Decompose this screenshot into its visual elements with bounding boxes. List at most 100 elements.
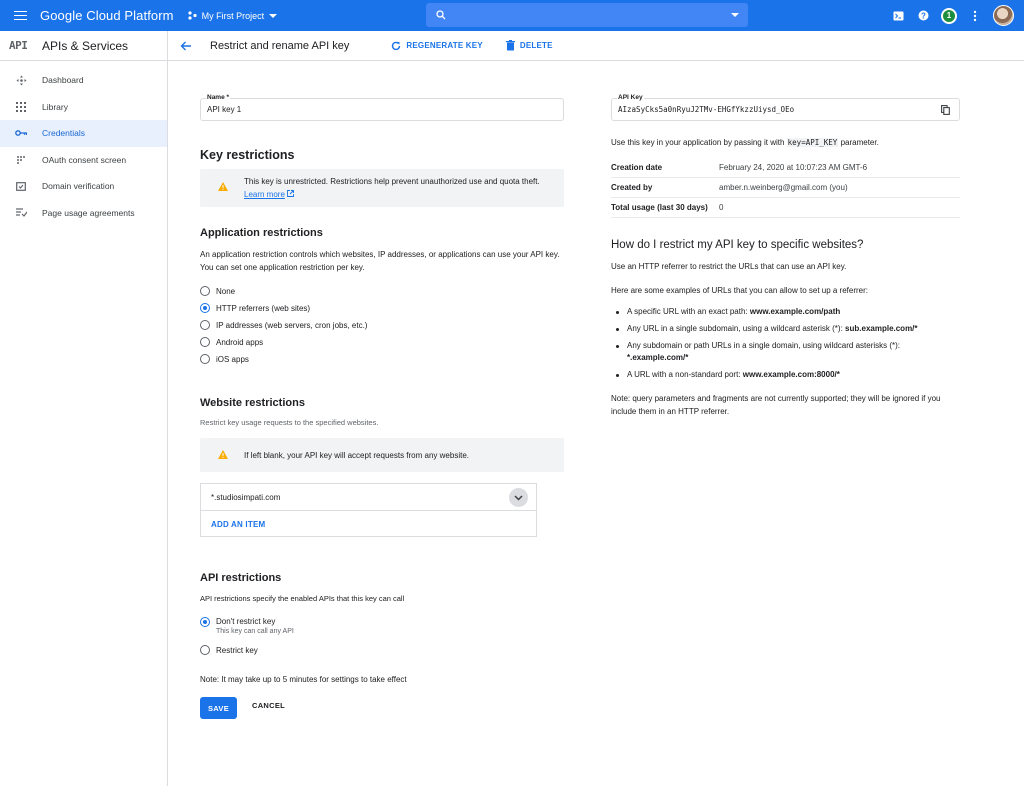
website-restrictions-description: Restrict key usage requests to the speci… xyxy=(200,418,379,427)
key-restrictions-heading: Key restrictions xyxy=(200,148,295,162)
name-field[interactable]: Name * API key 1 xyxy=(200,94,564,121)
search-icon xyxy=(436,10,446,20)
key-icon xyxy=(15,127,27,139)
warning-icon xyxy=(218,450,228,459)
help-intro: Use an HTTP referrer to restrict the URL… xyxy=(611,262,847,271)
add-item-button[interactable]: ADD AN ITEM xyxy=(211,520,265,529)
usage-hint-suffix: parameter. xyxy=(840,138,879,147)
sidebar-item-library[interactable]: Library xyxy=(0,94,167,121)
avatar[interactable] xyxy=(993,5,1014,26)
radio-label: None xyxy=(216,286,236,296)
radio-button[interactable] xyxy=(200,337,210,347)
table-row: Created by amber.n.weinberg@gmail.com (y… xyxy=(611,178,960,198)
agreements-icon xyxy=(15,207,27,219)
usage-hint-code: key=API_KEY xyxy=(786,138,839,147)
save-button[interactable]: SAVE xyxy=(200,697,237,719)
learn-more-link[interactable]: Learn more xyxy=(244,190,285,199)
sidebar-item-domain-verification[interactable]: Domain verification xyxy=(0,173,167,200)
api-key-metadata: Creation date February 24, 2020 at 10:07… xyxy=(611,158,960,218)
example-url: www.example.com/path xyxy=(749,307,841,316)
help-heading: How do I restrict my API key to specific… xyxy=(611,239,864,251)
trash-icon xyxy=(505,40,515,51)
cancel-button[interactable]: CANCEL xyxy=(252,701,285,710)
api-restrictions-description: API restrictions specify the enabled API… xyxy=(200,594,405,603)
expand-more-icon[interactable] xyxy=(509,488,528,507)
radio-ip-addresses[interactable]: IP addresses (web servers, cron jobs, et… xyxy=(200,320,367,330)
unrestricted-warning-text: This key is unrestricted. Restrictions h… xyxy=(244,177,540,186)
settings-delay-note: Note: It may take up to 5 minutes for se… xyxy=(200,675,407,684)
warning-icon xyxy=(218,182,228,191)
chevron-down-icon xyxy=(269,13,278,18)
brand-title[interactable]: Google Cloud Platform xyxy=(40,8,174,23)
radio-ios-apps[interactable]: iOS apps xyxy=(200,354,249,364)
usage-hint-prefix: Use this key in your application by pass… xyxy=(611,138,785,147)
help-note: Note: query parameters and fragments are… xyxy=(611,394,941,416)
table-row: Total usage (last 30 days) 0 xyxy=(611,198,960,218)
radio-dont-restrict[interactable]: Don't restrict key This key can call any… xyxy=(200,617,294,635)
project-selector[interactable]: My First Project xyxy=(188,11,278,21)
project-name: My First Project xyxy=(201,10,265,21)
sidebar-item-label: Page usage agreements xyxy=(42,207,135,218)
sidebar-item-label: Dashboard xyxy=(42,75,84,86)
total-usage-value: 0 xyxy=(719,203,724,212)
radio-label: Android apps xyxy=(216,337,264,347)
radio-button[interactable] xyxy=(200,354,210,364)
library-icon xyxy=(15,101,27,113)
total-usage-label: Total usage (last 30 days) xyxy=(611,203,708,212)
regenerate-key-label: REGENERATE KEY xyxy=(406,41,483,50)
radio-restrict-key[interactable]: Restrict key xyxy=(200,645,258,655)
hamburger-menu-icon[interactable] xyxy=(0,0,40,31)
radio-label: IP addresses (web servers, cron jobs, et… xyxy=(216,320,368,330)
list-item: Any subdomain or path URLs in a single d… xyxy=(611,340,961,364)
creation-date-value: February 24, 2020 at 10:07:23 AM GMT-6 xyxy=(719,163,868,172)
radio-button-selected[interactable] xyxy=(200,303,210,313)
radio-label: Don't restrict key xyxy=(216,617,276,626)
referrer-list: *.studiosimpati.com ADD AN ITEM xyxy=(200,483,537,537)
copy-icon[interactable] xyxy=(941,105,950,115)
sidebar-item-oauth[interactable]: OAuth consent screen xyxy=(0,147,167,174)
sidebar-item-page-usage[interactable]: Page usage agreements xyxy=(0,200,167,227)
back-arrow-icon[interactable] xyxy=(180,39,194,53)
regenerate-key-button[interactable]: REGENERATE KEY xyxy=(391,41,483,51)
radio-android-apps[interactable]: Android apps xyxy=(200,337,263,347)
api-key-label: API Key xyxy=(617,94,644,101)
radio-button[interactable] xyxy=(200,320,210,330)
notifications-badge[interactable]: 1 xyxy=(941,7,957,24)
sidebar-header: API APIs & Services xyxy=(0,31,167,61)
api-key-value[interactable]: AIzaSyCks5a0nRyuJ2TMv-EHGfYkzzUiysd_OEo xyxy=(618,105,794,114)
help-examples-list: A specific URL with an exact path: www.e… xyxy=(611,306,961,386)
radio-button[interactable] xyxy=(200,645,210,655)
sidebar-item-label: Domain verification xyxy=(42,181,115,192)
delete-button[interactable]: DELETE xyxy=(505,40,553,51)
api-key-field[interactable]: API Key AIzaSyCks5a0nRyuJ2TMv-EHGfYkzzUi… xyxy=(611,94,960,121)
top-bar: Google Cloud Platform My First Project ?… xyxy=(0,0,1024,31)
search-input[interactable] xyxy=(426,3,748,27)
example-url: *.example.com/* xyxy=(627,353,689,362)
radio-label: Restrict key xyxy=(216,645,258,655)
radio-button-selected[interactable] xyxy=(200,617,210,627)
radio-button[interactable] xyxy=(200,286,210,296)
referrer-item[interactable]: *.studiosimpati.com xyxy=(201,484,536,511)
unrestricted-warning: This key is unrestricted. Restrictions h… xyxy=(200,169,564,207)
creation-date-label: Creation date xyxy=(611,163,663,172)
search-dropdown-icon[interactable] xyxy=(731,13,739,17)
example-text: Any URL in a single subdomain, using a w… xyxy=(627,324,843,333)
sidebar-item-label: Credentials xyxy=(42,128,85,139)
radio-none[interactable]: None xyxy=(200,286,235,296)
sidebar-item-credentials[interactable]: Credentials xyxy=(0,120,167,147)
sidebar-item-dashboard[interactable]: Dashboard xyxy=(0,67,167,94)
help-icon[interactable]: ? xyxy=(916,9,930,23)
blank-referrer-warning-text: If left blank, your API key will accept … xyxy=(244,451,469,460)
radio-http-referrers[interactable]: HTTP referrers (web sites) xyxy=(200,303,310,313)
project-icon xyxy=(188,11,197,20)
name-field-value: API key 1 xyxy=(207,105,242,114)
help-examples-intro: Here are some examples of URLs that you … xyxy=(611,286,869,295)
cloud-shell-icon[interactable] xyxy=(891,9,905,23)
sidebar-title: APIs & Services xyxy=(42,38,129,53)
oauth-icon xyxy=(15,154,27,166)
api-key-usage-hint: Use this key in your application by pass… xyxy=(611,136,879,149)
more-vert-icon[interactable] xyxy=(968,9,982,23)
page-title: Restrict and rename API key xyxy=(210,39,350,52)
list-item: A specific URL with an exact path: www.e… xyxy=(611,306,961,318)
delete-label: DELETE xyxy=(519,41,553,50)
